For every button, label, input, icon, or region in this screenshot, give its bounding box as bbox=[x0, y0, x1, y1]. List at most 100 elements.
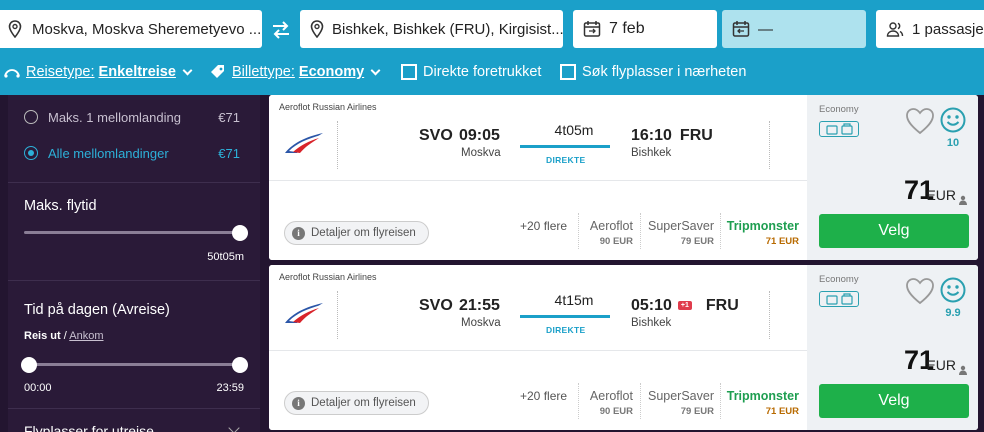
more-providers-link[interactable]: +20 flere bbox=[520, 389, 567, 403]
destination-value: Bishkek, Bishkek (FRU), Kirgisist... bbox=[332, 20, 563, 38]
airline-name: Aeroflot Russian Airlines bbox=[279, 102, 377, 112]
nearby-airports-checkbox[interactable] bbox=[560, 64, 576, 80]
flight-details-button[interactable]: i Detaljer om flyreisen bbox=[284, 221, 429, 245]
dotted-divider bbox=[578, 383, 579, 419]
provider-aeroflot[interactable]: Aeroflot 90 EUR bbox=[590, 219, 633, 247]
provider-tripmonster[interactable]: Tripmonster 71 EUR bbox=[727, 219, 799, 247]
provider-aeroflot[interactable]: Aeroflot 90 EUR bbox=[590, 389, 633, 417]
flight-details-label: Detaljer om flyreisen bbox=[311, 227, 416, 239]
baggage-icon bbox=[819, 121, 859, 137]
max-flight-time-slider[interactable] bbox=[24, 231, 240, 234]
search-bar: Moskva, Moskva Sheremetyevo ... Bishkek,… bbox=[0, 0, 984, 95]
reis-ut-tab[interactable]: Reis ut bbox=[24, 330, 61, 342]
departure-arrival-toggle: Reis ut / Ankom bbox=[24, 330, 104, 342]
swap-icon[interactable] bbox=[270, 20, 292, 40]
arrival-airport-code: FRU bbox=[705, 297, 739, 314]
flight-info-panel: Aeroflot Russian Airlines SVO 09:05 Mosk… bbox=[269, 95, 807, 260]
rating-score: 10 bbox=[946, 137, 960, 149]
stops-option-price: €71 bbox=[218, 109, 240, 125]
cabin-class: Economy bbox=[819, 104, 859, 115]
passengers-field[interactable]: 1 passasjer bbox=[876, 10, 984, 48]
dotted-divider bbox=[578, 213, 579, 249]
flight-details-button[interactable]: i Detaljer om flyreisen bbox=[284, 391, 429, 415]
arrival-info: 16:10 FRU bbox=[631, 127, 713, 145]
provider-price: 90 EUR bbox=[599, 406, 633, 417]
provider-price: 71 EUR bbox=[765, 236, 799, 247]
departure-time: 09:05 bbox=[459, 127, 500, 144]
more-providers-link[interactable]: +20 flere bbox=[520, 219, 567, 233]
ticket-type-value: Economy bbox=[298, 64, 365, 80]
stops-option-price: €71 bbox=[218, 145, 240, 161]
max-flight-time-value: 50t05m bbox=[207, 251, 244, 263]
ticket-type-label: Billettype: bbox=[232, 64, 295, 80]
provider-name: Tripmonster bbox=[726, 389, 799, 403]
radio-button-selected[interactable] bbox=[24, 146, 38, 160]
time-of-day-slider[interactable] bbox=[24, 363, 240, 366]
price-currency: EUR bbox=[926, 357, 956, 373]
stops-option-all[interactable]: Alle mellomlandinger €71 bbox=[24, 143, 244, 163]
dotted-divider bbox=[337, 291, 338, 339]
provider-price: 71 EUR bbox=[765, 406, 799, 417]
stops-option-max-one[interactable]: Maks. 1 mellomlanding €71 bbox=[24, 107, 244, 127]
direct-flight-label: DIREKTE bbox=[546, 155, 586, 165]
origin-value: Moskva, Moskva Sheremetyevo ... bbox=[32, 20, 262, 38]
provider-name: Tripmonster bbox=[726, 219, 799, 233]
aeroflot-logo-icon bbox=[283, 129, 325, 155]
departure-airport-code: SVO bbox=[419, 127, 453, 144]
route-line bbox=[520, 145, 610, 148]
direct-preferred-checkbox[interactable] bbox=[401, 64, 417, 80]
max-flight-time-handle[interactable] bbox=[232, 225, 248, 241]
flight-result-card[interactable]: Aeroflot Russian Airlines SVO 21:55 Mosk… bbox=[269, 265, 978, 430]
depart-date-field[interactable]: 7 feb bbox=[573, 10, 717, 48]
rating-smiley-icon bbox=[940, 107, 966, 133]
radio-button[interactable] bbox=[24, 110, 38, 124]
favorite-heart-icon[interactable] bbox=[905, 277, 935, 305]
departure-city: Moskva bbox=[461, 147, 501, 159]
origin-field[interactable]: Moskva, Moskva Sheremetyevo ... bbox=[0, 10, 262, 48]
trip-type-value: Enkeltreise bbox=[98, 64, 176, 80]
time-end-handle[interactable] bbox=[232, 357, 248, 373]
person-icon bbox=[958, 362, 968, 375]
chevron-down-icon bbox=[182, 65, 193, 75]
ticket-type-dropdown[interactable]: Billettype: Economy bbox=[210, 62, 381, 82]
rating-score: 9.9 bbox=[945, 307, 961, 319]
provider-supersaver[interactable]: SuperSaver 79 EUR bbox=[648, 219, 714, 247]
provider-price: 79 EUR bbox=[680, 236, 714, 247]
trip-type-icon bbox=[4, 66, 20, 78]
filter-sidebar: Maks. 1 mellomlanding €71 Alle mellomlan… bbox=[8, 95, 260, 432]
select-button[interactable]: Velg bbox=[819, 214, 969, 248]
aeroflot-logo-icon bbox=[283, 299, 325, 325]
time-of-day-title: Tid på dagen (Avreise) bbox=[24, 302, 170, 318]
nearby-airports-label: Søk flyplasser i nærheten bbox=[582, 64, 747, 80]
dotted-divider bbox=[640, 383, 641, 419]
ankom-tab[interactable]: Ankom bbox=[69, 330, 103, 342]
departure-airports-title[interactable]: Flyplasser for utreise bbox=[24, 423, 154, 432]
divider bbox=[8, 280, 260, 281]
provider-supersaver[interactable]: SuperSaver 79 EUR bbox=[648, 389, 714, 417]
flight-duration: 4t05m bbox=[554, 122, 594, 138]
baggage-icon bbox=[819, 291, 859, 307]
destination-field[interactable]: Bishkek, Bishkek (FRU), Kirgisist... bbox=[300, 10, 563, 48]
departure-time: 21:55 bbox=[459, 297, 500, 314]
stops-option-label: Alle mellomlandinger bbox=[48, 145, 169, 161]
time-start-handle[interactable] bbox=[21, 357, 37, 373]
trip-type-dropdown[interactable]: Reisetype: Enkeltreise bbox=[4, 62, 193, 82]
direct-preferred-label: Direkte foretrukket bbox=[423, 64, 542, 80]
chevron-down-icon bbox=[370, 65, 381, 75]
provider-name: Aeroflot bbox=[589, 389, 633, 403]
favorite-heart-icon[interactable] bbox=[905, 107, 935, 135]
divider bbox=[8, 182, 260, 183]
passengers-value: 1 passasjer bbox=[912, 20, 984, 38]
arrival-info: 05:10 +1 FRU bbox=[631, 297, 739, 315]
chevron-down-icon[interactable] bbox=[228, 422, 240, 432]
select-button[interactable]: Velg bbox=[819, 384, 969, 418]
nearby-airports-option[interactable]: Søk flyplasser i nærheten bbox=[560, 62, 746, 82]
calendar-return-icon bbox=[732, 20, 750, 38]
direct-preferred-option[interactable]: Direkte foretrukket bbox=[401, 62, 541, 82]
flight-result-card[interactable]: Aeroflot Russian Airlines SVO 09:05 Mosk… bbox=[269, 95, 978, 260]
airline-name: Aeroflot Russian Airlines bbox=[279, 272, 377, 282]
return-date-field[interactable]: — bbox=[722, 10, 866, 48]
time-to-value: 23:59 bbox=[216, 382, 244, 394]
location-pin-icon bbox=[6, 20, 24, 38]
provider-tripmonster[interactable]: Tripmonster 71 EUR bbox=[727, 389, 799, 417]
